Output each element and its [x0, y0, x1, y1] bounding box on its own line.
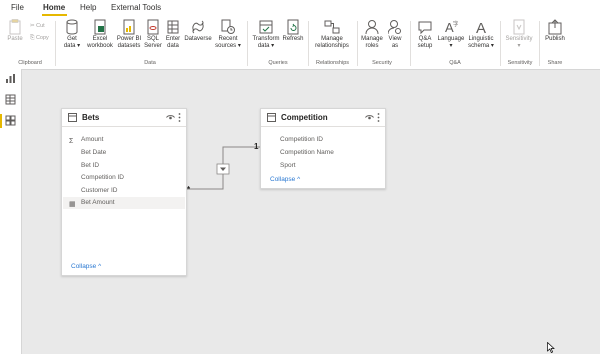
field-label: Competition ID — [81, 174, 124, 181]
field-bet-id[interactable]: Bet ID — [63, 160, 185, 172]
field-competition-id[interactable]: Competition ID — [63, 172, 185, 184]
field-label: Amount — [81, 136, 104, 143]
visibility-icon[interactable] — [166, 114, 175, 121]
visibility-icon[interactable] — [365, 114, 374, 121]
many-cardinality: * — [187, 185, 191, 194]
calculator-icon: ▦ — [69, 201, 76, 208]
competition-table-card[interactable]: Competition Competition ID Competition N… — [260, 108, 386, 189]
bets-card-header[interactable]: Bets — [62, 109, 186, 127]
field-label: Bet ID — [81, 162, 100, 169]
more-options-icon[interactable] — [178, 112, 181, 123]
field-label: Sport — [280, 162, 296, 169]
field-label: Competition ID — [280, 136, 323, 143]
bets-collapse-link[interactable]: Collapse ^ — [71, 263, 101, 270]
field-label: Bet Date — [81, 149, 107, 156]
table-icon — [68, 113, 77, 122]
field-customer-id[interactable]: Customer ID — [63, 185, 185, 197]
field-amount[interactable]: Σ Amount — [63, 134, 185, 146]
field-sport[interactable]: Sport — [262, 160, 384, 172]
field-label: Bet Amount — [81, 199, 115, 206]
field-bet-amount[interactable]: ▦ Bet Amount — [63, 197, 185, 209]
field-bet-date[interactable]: Bet Date — [63, 147, 185, 159]
field-competition-name[interactable]: Competition Name — [262, 147, 384, 159]
field-competition-id[interactable]: Competition ID — [262, 134, 384, 146]
competition-title: Competition — [281, 113, 328, 122]
mouse-cursor-icon — [547, 342, 555, 353]
competition-card-header[interactable]: Competition — [261, 109, 385, 127]
field-label: Competition Name — [280, 149, 334, 156]
one-cardinality: 1 — [254, 142, 259, 151]
table-icon — [267, 113, 276, 122]
more-options-icon[interactable] — [377, 112, 380, 123]
bets-table-card[interactable]: Bets Σ Amount Bet Date Bet ID Competition… — [61, 108, 187, 276]
bets-title: Bets — [82, 113, 100, 122]
competition-collapse-link[interactable]: Collapse ^ — [270, 176, 300, 183]
field-label: Customer ID — [81, 187, 118, 194]
